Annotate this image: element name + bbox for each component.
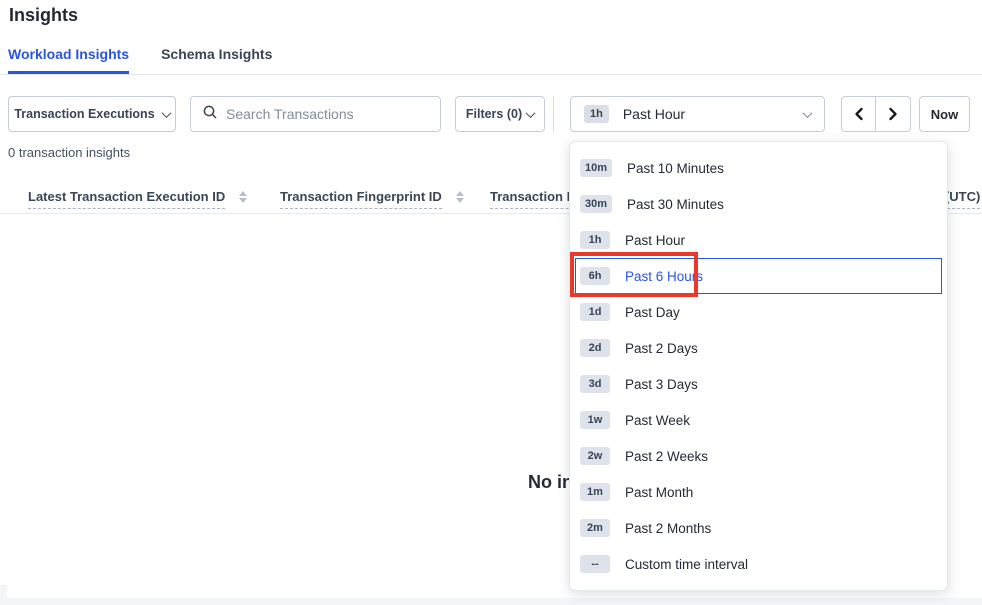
time-interval-option[interactable]: 6h Past 6 Hours xyxy=(570,258,947,294)
filters-label: Filters (0) xyxy=(466,107,522,121)
time-interval-option-label: Past Day xyxy=(625,305,680,320)
view-type-label: Transaction Executions xyxy=(14,107,154,121)
chevron-down-icon xyxy=(526,108,536,118)
sort-down-triangle xyxy=(239,198,247,203)
view-type-select[interactable]: Transaction Executions xyxy=(8,96,176,132)
results-count: 0 transaction insights xyxy=(8,145,130,160)
time-interval-option-badge: 1h xyxy=(580,231,610,249)
time-interval-option-label: Past Hour xyxy=(625,233,685,248)
time-interval-option-label: Custom time interval xyxy=(625,557,748,572)
time-interval-option[interactable]: 1w Past Week xyxy=(570,402,947,438)
sort-up-triangle xyxy=(456,191,464,196)
sort-icon[interactable] xyxy=(239,191,247,203)
chevron-down-icon xyxy=(161,108,171,118)
time-interval-option-label: Past 2 Weeks xyxy=(625,449,708,464)
time-interval-option-label: Past 3 Days xyxy=(625,377,698,392)
chevron-down-icon xyxy=(803,108,813,118)
time-interval-option[interactable]: 1d Past Day xyxy=(570,294,947,330)
sort-icon[interactable] xyxy=(456,191,464,203)
tab-label: Workload Insights xyxy=(8,46,129,62)
column-header-label: Latest Transaction Execution ID xyxy=(28,189,225,209)
sort-down-triangle xyxy=(456,198,464,203)
time-interval-option-label: Past 30 Minutes xyxy=(627,197,724,212)
time-interval-option-badge: 2w xyxy=(580,447,610,465)
time-interval-option-label: Past 2 Days xyxy=(625,341,698,356)
time-interval-option[interactable]: 10m Past 10 Minutes xyxy=(570,150,947,186)
time-interval-option[interactable]: 2m Past 2 Months xyxy=(570,510,947,546)
time-interval-option-badge: 1w xyxy=(580,411,610,429)
time-interval-option-badge: 10m xyxy=(580,159,612,177)
now-button[interactable]: Now xyxy=(919,96,970,132)
toolbar-divider xyxy=(553,96,554,132)
search-icon xyxy=(203,105,217,124)
tab[interactable]: Workload Insights xyxy=(8,46,129,74)
time-interval-option-badge: 6h xyxy=(580,267,610,285)
time-interval-option-badge: 2m xyxy=(580,519,610,537)
time-interval-option-label: Past 10 Minutes xyxy=(627,161,724,176)
time-interval-option-label: Past 2 Months xyxy=(625,521,711,536)
time-interval-option[interactable]: 1m Past Month xyxy=(570,474,947,510)
filters-button[interactable]: Filters (0) xyxy=(455,96,545,132)
time-interval-option-label: Past 6 Hours xyxy=(625,269,703,284)
search-input[interactable] xyxy=(226,106,428,122)
page-bottom-edge xyxy=(0,598,982,605)
time-interval-badge: 1h xyxy=(584,105,609,123)
next-interval-button[interactable] xyxy=(876,97,910,131)
time-interval-option-badge: 30m xyxy=(580,195,612,213)
time-interval-option-badge: 1m xyxy=(580,483,610,501)
tab-bar: Workload Insights Schema Insights xyxy=(0,46,982,75)
time-interval-option-badge: 2d xyxy=(580,339,610,357)
time-interval-option-label: Past Month xyxy=(625,485,693,500)
tab[interactable]: Schema Insights xyxy=(161,46,272,74)
time-interval-option-badge: -- xyxy=(580,555,610,573)
time-interval-option[interactable]: 1h Past Hour xyxy=(570,222,947,258)
sort-up-triangle xyxy=(239,191,247,196)
time-interval-option[interactable]: 3d Past 3 Days xyxy=(570,366,947,402)
time-interval-label: Past Hour xyxy=(623,106,685,122)
column-header[interactable]: Transaction Fingerprint ID xyxy=(280,189,464,209)
time-interval-option[interactable]: -- Custom time interval xyxy=(570,546,947,582)
time-interval-option[interactable]: 30m Past 30 Minutes xyxy=(570,186,947,222)
time-interval-option-badge: 1d xyxy=(580,303,610,321)
time-interval-option[interactable]: 2w Past 2 Weeks xyxy=(570,438,947,474)
now-label: Now xyxy=(931,107,958,122)
tab-label: Schema Insights xyxy=(161,46,272,62)
search-box[interactable] xyxy=(190,96,441,132)
time-interval-option[interactable]: 2d Past 2 Days xyxy=(570,330,947,366)
chevron-left-icon xyxy=(853,107,865,121)
time-interval-select[interactable]: 1h Past Hour xyxy=(570,96,825,132)
column-header[interactable]: Latest Transaction Execution ID xyxy=(28,189,247,209)
time-range-arrows xyxy=(841,96,911,132)
page-title: Insights xyxy=(9,5,78,26)
chevron-right-icon xyxy=(887,107,899,121)
page-left-edge xyxy=(0,585,7,605)
time-interval-option-badge: 3d xyxy=(580,375,610,393)
previous-interval-button[interactable] xyxy=(842,97,876,131)
time-interval-option-label: Past Week xyxy=(625,413,690,428)
column-header-label: Transaction Fingerprint ID xyxy=(280,189,442,209)
time-interval-menu: 10m Past 10 Minutes 30m Past 30 Minutes … xyxy=(569,141,948,591)
